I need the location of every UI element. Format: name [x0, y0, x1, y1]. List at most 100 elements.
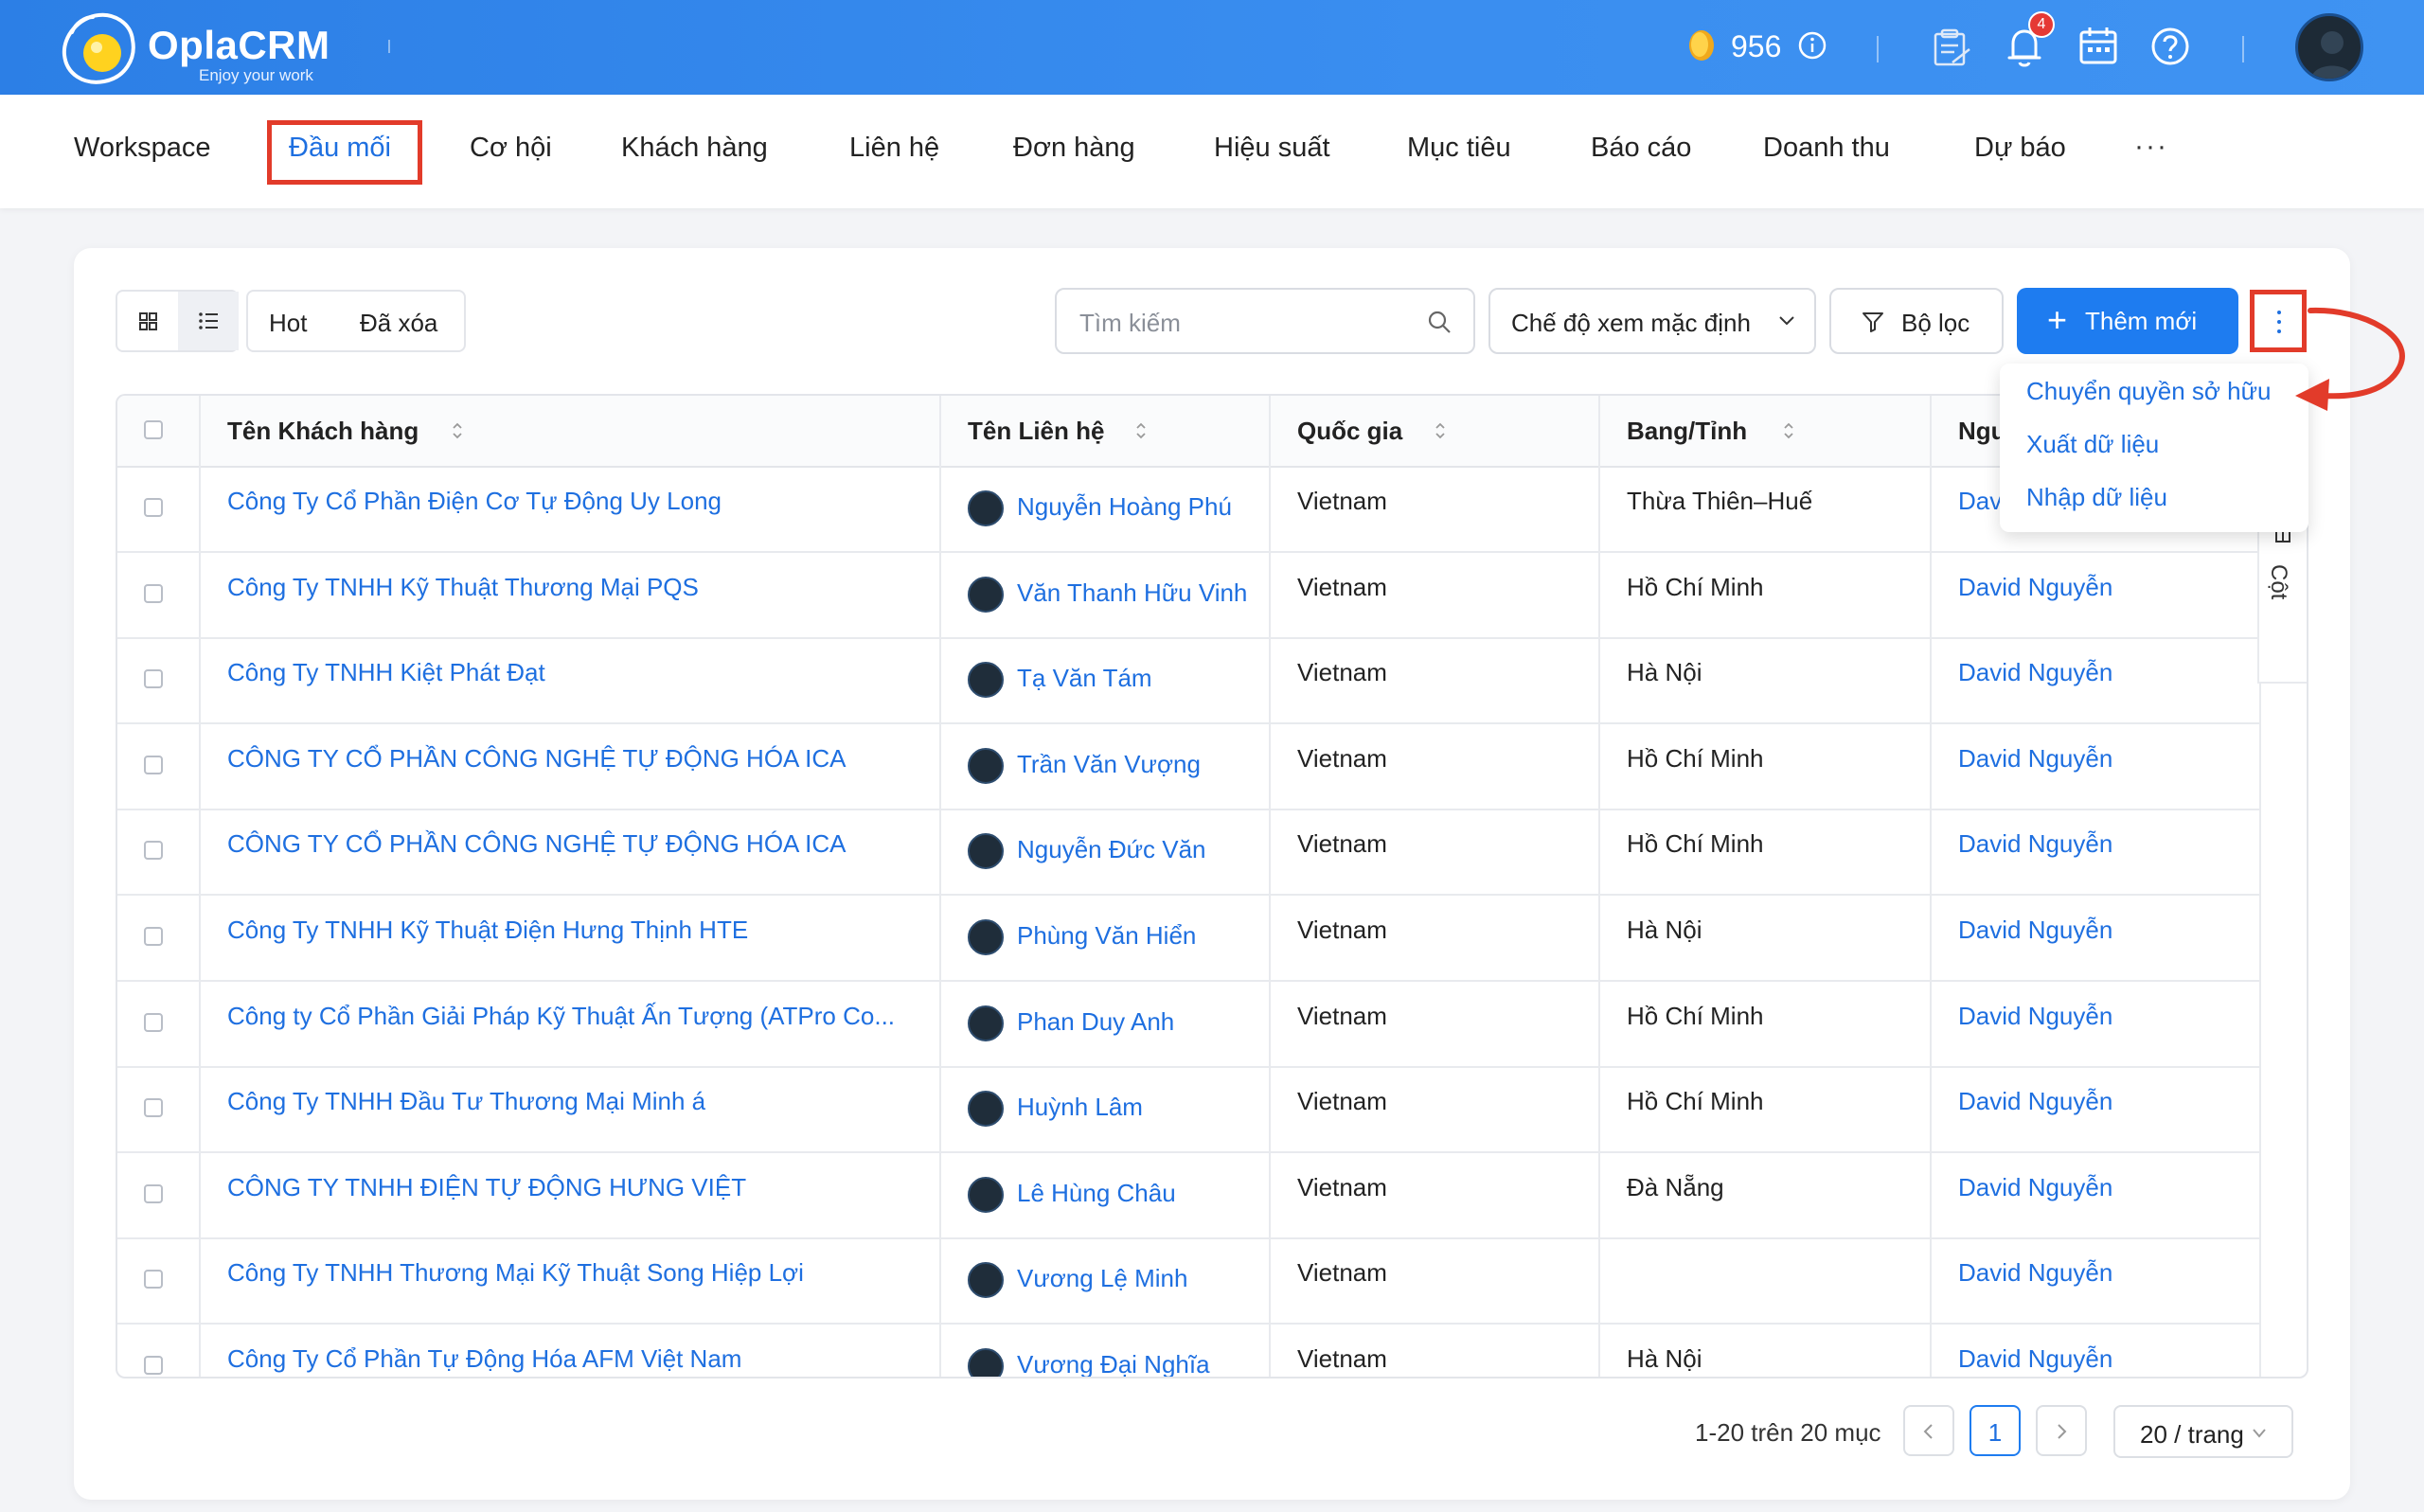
- page-button-current[interactable]: 1: [1970, 1405, 2021, 1456]
- row-checkbox[interactable]: [144, 1356, 163, 1375]
- owner-link[interactable]: David Nguyễn: [1958, 829, 2242, 859]
- search-input[interactable]: Tìm kiếm: [1055, 288, 1475, 354]
- owner-link[interactable]: David Nguyễn: [1958, 1087, 2242, 1116]
- customer-name-link[interactable]: CÔNG TY CỔ PHẦN CÔNG NGHỆ TỰ ĐỘNG HÓA IC…: [227, 744, 928, 774]
- row-checkbox[interactable]: [144, 583, 163, 603]
- sort-icon[interactable]: [1434, 420, 1447, 441]
- customer-name-link[interactable]: CÔNG TY CỔ PHẦN CÔNG NGHỆ TỰ ĐỘNG HÓA IC…: [227, 829, 928, 859]
- contact-name-link[interactable]: Lê Hùng Châu: [1017, 1179, 1320, 1208]
- select-all-checkbox[interactable]: [144, 420, 163, 439]
- menu-export-data[interactable]: Xuất dữ liệu: [2026, 430, 2159, 459]
- owner-link[interactable]: David Nguyễn: [1958, 1002, 2242, 1031]
- contact-name-link[interactable]: Nguyễn Đức Văn: [1017, 835, 1320, 864]
- sort-icon[interactable]: [1782, 420, 1795, 441]
- list-view-button[interactable]: [178, 292, 239, 350]
- nav-performance[interactable]: Hiệu suất: [1214, 133, 1330, 164]
- table-row[interactable]: Công Ty Cổ Phần Tự Động Hóa AFM Việt Nam…: [117, 1325, 2259, 1377]
- row-checkbox[interactable]: [144, 755, 163, 774]
- table-row[interactable]: Công Ty TNHH Thương Mại Kỹ Thuật Song Hi…: [117, 1239, 2259, 1325]
- next-page-button[interactable]: [2036, 1405, 2087, 1456]
- page-size-value: 20 / trang: [2140, 1420, 2244, 1449]
- logo[interactable]: OplaCRM Enjoy your work: [59, 6, 333, 87]
- contact-name-link[interactable]: Nguyễn Hoàng Phú: [1017, 492, 1320, 522]
- filter-label: Bộ lọc: [1901, 309, 1970, 337]
- header-owner[interactable]: Ngu: [1958, 417, 2006, 446]
- nav-forecast[interactable]: Dự báo: [1974, 133, 2066, 164]
- customer-name-link[interactable]: Công ty Cổ Phần Giải Pháp Kỹ Thuật Ấn Tư…: [227, 1002, 928, 1031]
- table-row[interactable]: Công ty Cổ Phần Giải Pháp Kỹ Thuật Ấn Tư…: [117, 983, 2259, 1068]
- user-avatar[interactable]: [2295, 13, 2363, 81]
- chip-hot[interactable]: Hot: [269, 309, 307, 338]
- menu-transfer-ownership[interactable]: Chuyển quyền sở hữu: [2026, 377, 2272, 406]
- nav-workspace[interactable]: Workspace: [74, 133, 211, 164]
- customer-name-link[interactable]: Công Ty TNHH Thương Mại Kỹ Thuật Song Hi…: [227, 1258, 928, 1288]
- grid-view-button[interactable]: [117, 292, 178, 350]
- nav-opportunities[interactable]: Cơ hội: [470, 133, 552, 164]
- table-row[interactable]: CÔNG TY CỔ PHẦN CÔNG NGHỆ TỰ ĐỘNG HÓA IC…: [117, 725, 2259, 810]
- table-row[interactable]: Công Ty TNHH Kỹ Thuật Thương Mại PQS Văn …: [117, 554, 2259, 639]
- row-checkbox[interactable]: [144, 841, 163, 861]
- owner-link[interactable]: David Nguyễn: [1958, 573, 2242, 602]
- nav-customers[interactable]: Khách hàng: [621, 133, 768, 164]
- row-checkbox[interactable]: [144, 1098, 163, 1118]
- current-page-number: 1: [1987, 1418, 2003, 1447]
- table-row[interactable]: CÔNG TY CỔ PHẦN CÔNG NGHỆ TỰ ĐỘNG HÓA IC…: [117, 810, 2259, 897]
- row-checkbox[interactable]: [144, 1183, 163, 1203]
- nav-reports[interactable]: Báo cáo: [1591, 133, 1691, 164]
- customer-name-link[interactable]: Công Ty TNHH Kỹ Thuật Thương Mại PQS: [227, 573, 928, 602]
- contact-name-link[interactable]: Trần Văn Vượng: [1017, 750, 1320, 779]
- sort-icon[interactable]: [451, 420, 464, 441]
- owner-link[interactable]: David Nguyễn: [1958, 744, 2242, 774]
- contact-name-link[interactable]: Phan Duy Anh: [1017, 1007, 1320, 1037]
- view-mode-select[interactable]: Chế độ xem mặc định: [1488, 288, 1816, 354]
- header-customer-name[interactable]: Tên Khách hàng: [227, 417, 419, 446]
- table-row[interactable]: Công Ty TNHH Đầu Tư Thương Mại Minh á Huỳ…: [117, 1068, 2259, 1154]
- menu-import-data[interactable]: Nhập dữ liệu: [2026, 483, 2167, 512]
- owner-link[interactable]: David Nguyễn: [1958, 916, 2242, 945]
- table-row[interactable]: Công Ty TNHH Kiệt Phát Đạt Tạ Văn Tám Viet…: [117, 639, 2259, 725]
- table-row[interactable]: Công Ty Cổ Phần Điện Cơ Tự Động Uy Long N…: [117, 468, 2259, 553]
- header-country[interactable]: Quốc gia: [1297, 417, 1402, 446]
- customer-name-link[interactable]: Công Ty TNHH Kỹ Thuật Điện Hưng Thịnh HT…: [227, 916, 928, 945]
- nav-contacts[interactable]: Liên hệ: [849, 133, 939, 164]
- sort-icon[interactable]: [1134, 420, 1148, 441]
- contact-name-link[interactable]: Vương Đại Nghĩa: [1017, 1350, 1320, 1377]
- contact-name-link[interactable]: Phùng Văn Hiển: [1017, 921, 1320, 951]
- header-contact-name[interactable]: Tên Liên hệ: [968, 417, 1104, 446]
- table-row[interactable]: Công Ty TNHH Kỹ Thuật Điện Hưng Thịnh HT…: [117, 897, 2259, 982]
- page-size-select[interactable]: 20 / trang: [2113, 1405, 2293, 1458]
- nav-more-menu[interactable]: ···: [2134, 131, 2168, 163]
- owner-link[interactable]: David Nguyễn: [1958, 658, 2242, 687]
- chip-deleted[interactable]: Đã xóa: [360, 309, 437, 338]
- contact-name-link[interactable]: Vương Lệ Minh: [1017, 1264, 1320, 1293]
- customer-name-link[interactable]: Công Ty TNHH Kiệt Phát Đạt: [227, 658, 928, 687]
- contact-name-link[interactable]: Văn Thanh Hữu Vinh: [1017, 578, 1320, 608]
- customer-name-link[interactable]: Công Ty TNHH Đầu Tư Thương Mại Minh á: [227, 1087, 928, 1116]
- contact-name-link[interactable]: Tạ Văn Tám: [1017, 664, 1320, 693]
- calendar-icon[interactable]: [2076, 23, 2121, 70]
- row-checkbox[interactable]: [144, 1270, 163, 1290]
- help-icon[interactable]: [2148, 23, 2193, 70]
- owner-link[interactable]: David Nguyễn: [1958, 1173, 2242, 1202]
- row-checkbox[interactable]: [144, 927, 163, 946]
- contact-name-link[interactable]: Huỳnh Lâm: [1017, 1093, 1320, 1122]
- row-checkbox[interactable]: [144, 1012, 163, 1032]
- chevron-left-icon: [1923, 1424, 1933, 1439]
- filter-button[interactable]: Bộ lọc: [1829, 288, 2004, 354]
- table-row[interactable]: CÔNG TY TNHH ĐIỆN TỰ ĐỘNG HƯNG VIỆT Lê Hù…: [117, 1154, 2259, 1239]
- row-checkbox[interactable]: [144, 669, 163, 689]
- info-icon[interactable]: [1797, 30, 1827, 61]
- add-new-button[interactable]: + Thêm mới: [2017, 288, 2238, 354]
- owner-link[interactable]: David Nguyễn: [1958, 1344, 2242, 1374]
- nav-orders[interactable]: Đơn hàng: [1013, 133, 1135, 164]
- customer-name-link[interactable]: Công Ty Cổ Phần Tự Động Hóa AFM Việt Nam: [227, 1344, 928, 1374]
- owner-link[interactable]: David Nguyễn: [1958, 1258, 2242, 1288]
- header-state[interactable]: Bang/Tỉnh: [1627, 417, 1747, 446]
- nav-goals[interactable]: Mục tiêu: [1407, 133, 1511, 164]
- tasks-icon[interactable]: [1928, 23, 1973, 70]
- customer-name-link[interactable]: Công Ty Cổ Phần Điện Cơ Tự Động Uy Long: [227, 487, 928, 516]
- nav-revenue[interactable]: Doanh thu: [1763, 133, 1890, 164]
- prev-page-button[interactable]: [1903, 1405, 1954, 1456]
- row-checkbox[interactable]: [144, 498, 163, 517]
- customer-name-link[interactable]: CÔNG TY TNHH ĐIỆN TỰ ĐỘNG HƯNG VIỆT: [227, 1173, 928, 1202]
